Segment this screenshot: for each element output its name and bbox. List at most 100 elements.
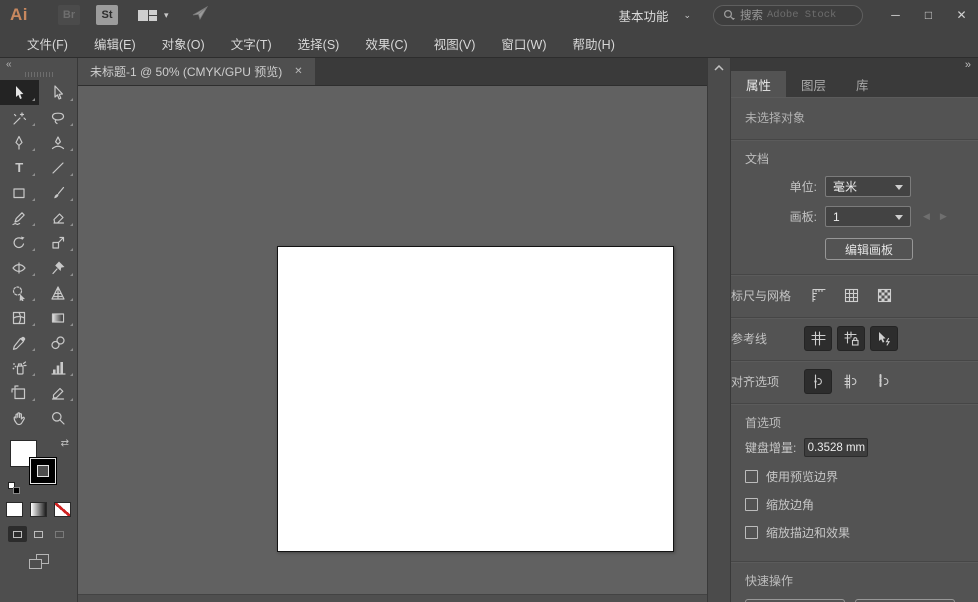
previous-artboard-icon[interactable]: ◀ xyxy=(923,211,930,222)
pen-tool[interactable] xyxy=(0,130,39,155)
scale-strokes-effects-checkbox[interactable] xyxy=(745,526,758,539)
gradient-tool[interactable] xyxy=(39,305,78,330)
use-preview-bounds-row[interactable]: 使用预览边界 xyxy=(745,468,964,485)
smart-guides-button[interactable] xyxy=(871,327,897,350)
slice-tool-icon xyxy=(50,385,66,401)
draw-behind-mode-button[interactable] xyxy=(29,526,48,542)
mesh-tool[interactable] xyxy=(0,305,39,330)
right-panel: » 属性 图层 库 未选择对象 文档 单位: 毫米 画板: xyxy=(731,58,978,602)
snap-to-pixel-button[interactable] xyxy=(871,370,897,393)
minimize-button[interactable]: ─ xyxy=(879,2,912,28)
next-artboard-icon[interactable]: ▶ xyxy=(940,211,947,222)
document-tab[interactable]: 未标题-1 @ 50% (CMYK/GPU 预览) ✕ xyxy=(78,58,315,85)
scale-corners-checkbox[interactable] xyxy=(745,498,758,511)
blend-tool[interactable] xyxy=(39,330,78,355)
menu-select[interactable]: 选择(S) xyxy=(285,34,353,53)
artboard[interactable] xyxy=(277,246,674,552)
artboard-dropdown[interactable]: 1 xyxy=(825,206,911,227)
keyboard-increment-input[interactable]: 0.3528 mm xyxy=(804,438,868,457)
puppet-warp-tool[interactable] xyxy=(39,255,78,280)
snap-to-point-button[interactable] xyxy=(805,370,831,393)
edit-artboards-button[interactable]: 编辑画板 xyxy=(825,238,913,260)
zoom-tool[interactable] xyxy=(39,405,78,430)
selection-tool[interactable] xyxy=(0,80,39,105)
shape-builder-tool[interactable] xyxy=(0,280,39,305)
scale-tool[interactable] xyxy=(39,230,78,255)
eyedropper-tool-icon xyxy=(11,335,27,351)
rotate-tool[interactable] xyxy=(0,230,39,255)
use-preview-bounds-checkbox[interactable] xyxy=(745,470,758,483)
canvas-viewport[interactable] xyxy=(78,86,707,602)
menu-object[interactable]: 对象(O) xyxy=(149,34,218,53)
symbol-sprayer-tool[interactable] xyxy=(0,355,39,380)
drawing-modes xyxy=(0,526,77,542)
show-transparency-grid-button[interactable] xyxy=(871,284,897,307)
document-tab-close-icon[interactable]: ✕ xyxy=(294,66,302,77)
close-button[interactable]: ✕ xyxy=(945,2,978,28)
arrange-documents-icon[interactable] xyxy=(138,10,157,21)
adobe-stock-search-input[interactable]: 搜索 Adobe Stock xyxy=(713,5,863,26)
perspective-grid-tool[interactable] xyxy=(39,280,78,305)
shaper-tool[interactable] xyxy=(0,205,39,230)
document-tab-title: 未标题-1 @ 50% (CMYK/GPU 预览) xyxy=(90,63,282,80)
line-segment-tool[interactable] xyxy=(39,155,78,180)
horizontal-scrollbar[interactable] xyxy=(78,594,707,602)
keyboard-increment-label: 键盘增量: xyxy=(745,439,796,456)
menu-edit[interactable]: 编辑(E) xyxy=(81,34,149,53)
tab-layers[interactable]: 图层 xyxy=(786,71,841,97)
direct-selection-tool-icon xyxy=(50,85,66,101)
tab-libraries[interactable]: 库 xyxy=(841,71,884,97)
rectangle-tool[interactable] xyxy=(0,180,39,205)
width-tool[interactable] xyxy=(0,255,39,280)
maximize-button[interactable]: □ xyxy=(912,2,945,28)
slice-tool[interactable] xyxy=(39,380,78,405)
show-grid-button[interactable] xyxy=(838,284,864,307)
tools-drag-grip[interactable] xyxy=(25,72,53,77)
stock-icon[interactable]: St xyxy=(96,5,118,25)
eyedropper-tool[interactable] xyxy=(0,330,39,355)
color-button[interactable] xyxy=(6,502,23,517)
menu-help[interactable]: 帮助(H) xyxy=(560,34,628,53)
panel-collapse-icon[interactable]: » xyxy=(731,58,978,71)
eraser-tool[interactable] xyxy=(39,205,78,230)
lasso-tool[interactable] xyxy=(39,105,78,130)
magic-wand-tool[interactable] xyxy=(0,105,39,130)
menu-type[interactable]: 文字(T) xyxy=(218,34,285,53)
paintbrush-tool[interactable] xyxy=(39,180,78,205)
arrange-documents-chevron-icon[interactable]: ▾ xyxy=(164,10,169,21)
scale-corners-row[interactable]: 缩放边角 xyxy=(745,496,964,513)
tab-properties[interactable]: 属性 xyxy=(731,71,786,97)
draw-normal-mode-button[interactable] xyxy=(8,526,27,542)
menu-window[interactable]: 窗口(W) xyxy=(488,34,559,53)
eraser-tool-icon xyxy=(50,210,66,226)
share-paper-plane-icon[interactable] xyxy=(191,5,209,26)
units-dropdown[interactable]: 毫米 xyxy=(825,176,911,197)
menu-view[interactable]: 视图(V) xyxy=(421,34,489,53)
default-fill-stroke-icon[interactable] xyxy=(8,482,20,494)
bridge-icon[interactable]: Br xyxy=(58,5,80,25)
snap-to-grid-button[interactable] xyxy=(838,370,864,393)
swap-fill-stroke-icon[interactable]: ⇄ xyxy=(61,438,69,449)
stroke-color-swatch[interactable] xyxy=(30,458,56,484)
scale-strokes-effects-row[interactable]: 缩放描边和效果 xyxy=(745,524,964,541)
show-guides-button[interactable] xyxy=(805,327,831,350)
draw-inside-mode-button[interactable] xyxy=(50,526,69,542)
scale-strokes-effects-label: 缩放描边和效果 xyxy=(766,524,850,541)
curvature-tool[interactable] xyxy=(39,130,78,155)
gradient-button[interactable] xyxy=(30,502,47,517)
column-graph-tool[interactable] xyxy=(39,355,78,380)
tools-collapse-icon[interactable]: « xyxy=(0,58,77,71)
collapsed-dock-strip[interactable] xyxy=(707,58,731,602)
show-rulers-button[interactable] xyxy=(805,284,831,307)
change-screen-mode-button[interactable] xyxy=(29,554,49,569)
artboard-tool[interactable] xyxy=(0,380,39,405)
direct-selection-tool[interactable] xyxy=(39,80,78,105)
no-selection-status: 未选择对象 xyxy=(731,97,978,140)
lock-guides-button[interactable] xyxy=(838,327,864,350)
workspace-switcher[interactable]: 基本功能 ⌄ xyxy=(618,6,691,25)
hand-tool[interactable] xyxy=(0,405,39,430)
none-button[interactable] xyxy=(54,502,71,517)
type-tool[interactable]: T xyxy=(0,155,39,180)
menu-effect[interactable]: 效果(C) xyxy=(352,34,420,53)
menu-file[interactable]: 文件(F) xyxy=(14,34,81,53)
